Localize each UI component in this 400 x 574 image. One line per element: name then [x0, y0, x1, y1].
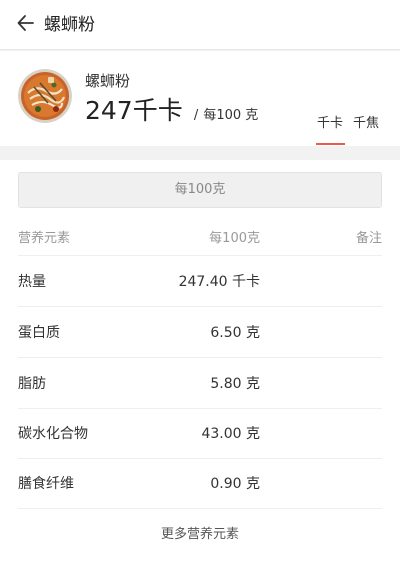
nutrient-name: 膳食纤维 [18, 476, 74, 492]
nutrition-panel: 每100克 营养元素 每100克 备注 热量 247.40 千卡 蛋白质 6.5… [0, 160, 400, 574]
nutrient-name: 蛋白质 [18, 325, 60, 341]
food-name: 螺蛳粉 [85, 72, 131, 90]
per-amount-label: 每100 克 [203, 108, 259, 123]
calorie-value: 247 [85, 96, 133, 125]
calorie-separator: / [193, 108, 199, 123]
more-nutrients-link[interactable]: 更多营养元素 [0, 526, 400, 544]
column-header-nutrient: 营养元素 [18, 231, 71, 246]
table-row: 热量 247.40 千卡 [18, 257, 382, 307]
page-title: 螺蛳粉 [44, 15, 95, 35]
nutrient-value: 247.40 千卡 [178, 274, 260, 290]
per-amount-selector[interactable]: 每100克 [18, 172, 382, 208]
table-header: 营养元素 每100克 备注 [18, 224, 382, 256]
table-row: 蛋白质 6.50 克 [18, 308, 382, 358]
table-row: 脂肪 5.80 克 [18, 359, 382, 409]
nutrient-value: 6.50 克 [210, 325, 260, 341]
back-arrow-icon[interactable] [16, 13, 36, 33]
table-row: 膳食纤维 0.90 克 [18, 459, 382, 509]
nutrient-name: 碳水化合物 [18, 426, 88, 442]
nutrient-value: 43.00 克 [201, 426, 260, 442]
nutrient-name: 脂肪 [18, 376, 46, 392]
tab-kj[interactable]: 千焦 [353, 115, 379, 133]
tab-kcal[interactable]: 千卡 [317, 115, 343, 133]
food-summary-card: 螺蛳粉 247千卡 / 每100 克 千卡 千焦 [0, 51, 400, 146]
nutrient-name: 热量 [18, 274, 46, 290]
column-header-amount: 每100克 [209, 231, 260, 246]
calorie-summary: 247千卡 / 每100 克 [85, 95, 258, 132]
nutrient-value: 5.80 克 [210, 376, 260, 392]
nutrient-value: 0.90 克 [210, 476, 260, 492]
active-tab-indicator [316, 143, 345, 145]
food-thumbnail [18, 69, 72, 123]
column-header-note: 备注 [355, 231, 382, 246]
calorie-unit: 千卡 [132, 96, 183, 125]
top-bar: 螺蛳粉 [0, 0, 400, 50]
table-row: 碳水化合物 43.00 克 [18, 409, 382, 459]
